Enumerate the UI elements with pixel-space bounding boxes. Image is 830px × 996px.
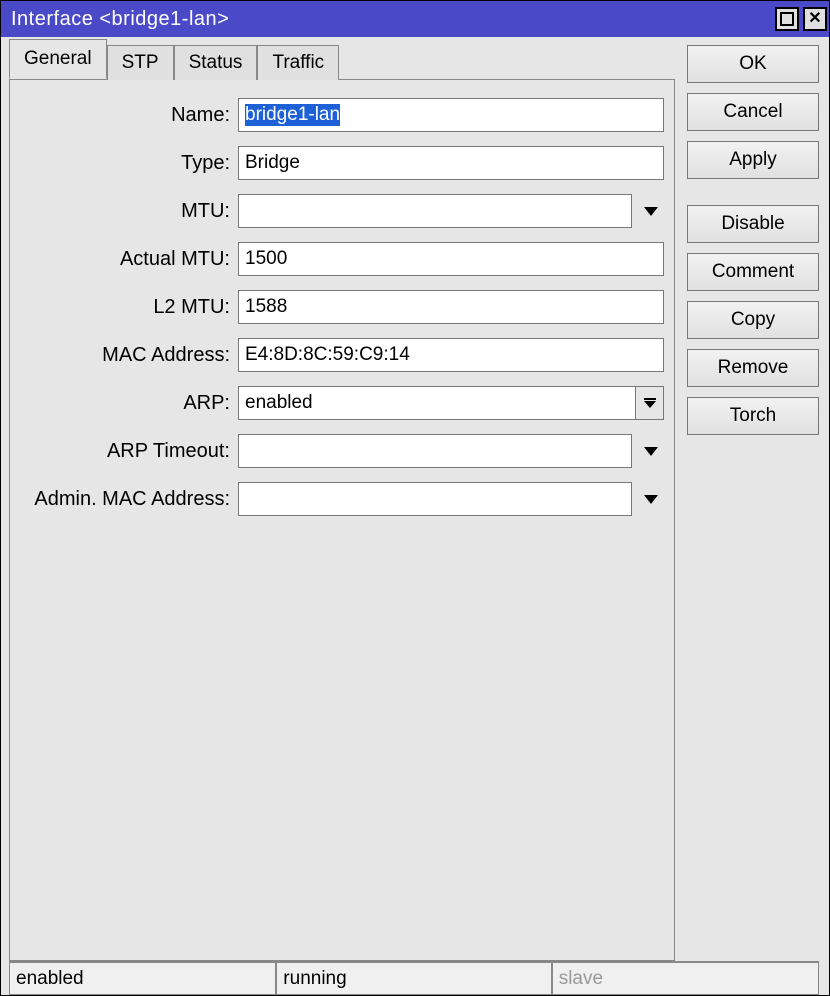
- window-body: General STP Status Traffic Name: bridge1…: [1, 37, 829, 995]
- field-name: Name: bridge1-lan: [20, 98, 664, 132]
- status-slave: slave: [552, 962, 819, 995]
- interface-window: Interface <bridge1-lan> General STP Stat…: [0, 0, 830, 996]
- type-input[interactable]: [238, 146, 664, 180]
- field-actual-mtu: Actual MTU:: [20, 242, 664, 276]
- cancel-button[interactable]: Cancel: [687, 93, 819, 131]
- field-mtu: MTU:: [20, 194, 664, 228]
- admin-mac-input[interactable]: [238, 482, 632, 516]
- arp-input[interactable]: [238, 386, 636, 420]
- tab-status[interactable]: Status: [174, 45, 258, 80]
- actual-mtu-input[interactable]: [238, 242, 664, 276]
- field-mac-address: MAC Address:: [20, 338, 664, 372]
- chevron-down-icon: [644, 447, 658, 456]
- label-arp-timeout: ARP Timeout:: [20, 440, 230, 463]
- label-actual-mtu: Actual MTU:: [20, 248, 230, 271]
- ok-button[interactable]: OK: [687, 45, 819, 83]
- chevron-down-icon: [644, 495, 658, 504]
- apply-button[interactable]: Apply: [687, 141, 819, 179]
- close-icon[interactable]: [803, 7, 827, 31]
- tab-traffic[interactable]: Traffic: [257, 45, 339, 80]
- field-l2-mtu: L2 MTU:: [20, 290, 664, 324]
- spacer: [687, 189, 819, 195]
- titlebar[interactable]: Interface <bridge1-lan>: [1, 1, 829, 37]
- field-arp: ARP:: [20, 386, 664, 420]
- mtu-dropdown-icon[interactable]: [638, 194, 664, 228]
- chevron-down-icon: [644, 207, 658, 216]
- field-arp-timeout: ARP Timeout:: [20, 434, 664, 468]
- tab-strip: General STP Status Traffic: [9, 45, 675, 79]
- select-dropdown-icon: [644, 398, 656, 408]
- label-name: Name:: [20, 104, 230, 127]
- window-title: Interface <bridge1-lan>: [11, 8, 229, 31]
- comment-button[interactable]: Comment: [687, 253, 819, 291]
- label-admin-mac: Admin. MAC Address:: [20, 488, 230, 511]
- disable-button[interactable]: Disable: [687, 205, 819, 243]
- fields: Name: bridge1-lan Type:: [20, 98, 664, 516]
- label-l2-mtu: L2 MTU:: [20, 296, 230, 319]
- statusbar: enabled running slave: [9, 961, 819, 995]
- name-input[interactable]: bridge1-lan: [238, 98, 664, 132]
- label-mac-address: MAC Address:: [20, 344, 230, 367]
- admin-mac-dropdown-icon[interactable]: [638, 482, 664, 516]
- status-running: running: [276, 962, 551, 995]
- label-mtu: MTU:: [20, 200, 230, 223]
- field-type: Type:: [20, 146, 664, 180]
- arp-select-button[interactable]: [636, 386, 664, 420]
- tab-stp[interactable]: STP: [107, 45, 174, 80]
- mtu-input[interactable]: [238, 194, 632, 228]
- torch-button[interactable]: Torch: [687, 397, 819, 435]
- status-enabled: enabled: [9, 962, 276, 995]
- label-arp: ARP:: [20, 392, 230, 415]
- field-admin-mac: Admin. MAC Address:: [20, 482, 664, 516]
- arp-timeout-input[interactable]: [238, 434, 632, 468]
- arp-timeout-dropdown-icon[interactable]: [638, 434, 664, 468]
- mac-address-input[interactable]: [238, 338, 664, 372]
- copy-button[interactable]: Copy: [687, 301, 819, 339]
- label-type: Type:: [20, 152, 230, 175]
- l2-mtu-input[interactable]: [238, 290, 664, 324]
- name-input-value: bridge1-lan: [245, 104, 340, 126]
- tab-general[interactable]: General: [9, 39, 107, 79]
- tab-panel-general: Name: bridge1-lan Type:: [9, 79, 675, 961]
- titlebar-controls: [775, 7, 827, 31]
- side-buttons: OK Cancel Apply Disable Comment Copy Rem…: [687, 45, 819, 961]
- main-row: General STP Status Traffic Name: bridge1…: [9, 45, 819, 961]
- remove-button[interactable]: Remove: [687, 349, 819, 387]
- maximize-icon[interactable]: [775, 7, 799, 31]
- form-area: General STP Status Traffic Name: bridge1…: [9, 45, 675, 961]
